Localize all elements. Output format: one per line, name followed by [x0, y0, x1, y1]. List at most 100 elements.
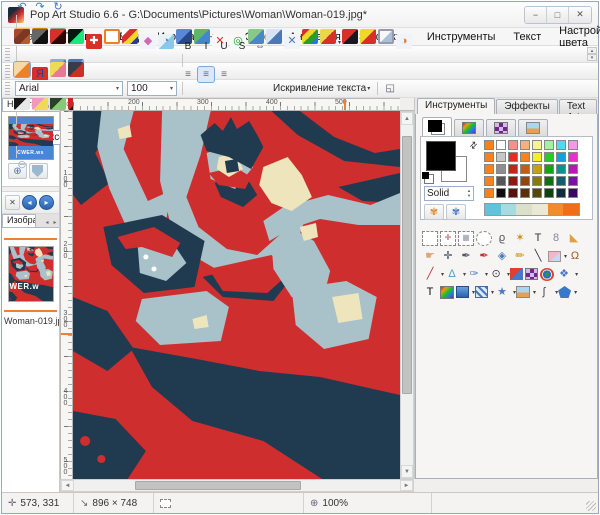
tab-tools[interactable]: Инструменты	[417, 98, 496, 114]
scroll-right-icon[interactable]: ►	[400, 480, 413, 491]
palette-swatch[interactable]	[556, 164, 566, 174]
preset-green-glow[interactable]	[68, 29, 84, 44]
text-tool[interactable]: T	[530, 231, 546, 246]
align-right-button[interactable]: ≡	[216, 67, 232, 82]
scroll-down-icon[interactable]: ▼	[401, 465, 413, 478]
pattern-tool[interactable]	[525, 268, 539, 280]
palette-swatch[interactable]	[568, 164, 578, 174]
scroll-left-icon[interactable]: ◄	[61, 480, 74, 491]
brush-tool[interactable]: ╱	[422, 267, 438, 282]
scroll-up-icon[interactable]: ▲	[401, 112, 413, 125]
solid-fill-tool[interactable]	[456, 286, 469, 298]
menu-инструменты[interactable]: Инструменты	[418, 29, 505, 45]
fill-gradient-tab[interactable]	[454, 119, 484, 136]
palette-swatch[interactable]	[496, 164, 506, 174]
toolbar-overflow-up-button[interactable]: ▴	[587, 47, 597, 54]
toolbar-grip[interactable]	[5, 47, 10, 61]
preset-warhol[interactable]	[50, 62, 66, 77]
hatch-fill-tool[interactable]	[475, 286, 489, 298]
palette-swatch[interactable]	[544, 176, 554, 186]
palette-swatch[interactable]	[508, 140, 518, 150]
recent-color-swatch[interactable]	[563, 204, 580, 215]
preset-orange-frame[interactable]	[104, 29, 120, 44]
swap-colors-icon[interactable]: ⇄	[468, 139, 481, 152]
gradient-tool[interactable]	[440, 285, 454, 299]
palette-swatch[interactable]	[568, 188, 578, 198]
horizontal-scrollbar[interactable]: ◄ ►	[60, 479, 414, 492]
palette-swatch[interactable]	[508, 164, 518, 174]
underline-button[interactable]: U	[216, 39, 232, 54]
preset-sphere[interactable]: ◔	[158, 34, 174, 49]
preset-bricks[interactable]	[14, 29, 30, 44]
palette-swatch[interactable]	[520, 152, 530, 162]
remove-image-button[interactable]: ✕	[5, 195, 20, 210]
palette-swatch[interactable]	[484, 152, 494, 162]
palette-swatch[interactable]	[556, 176, 566, 186]
ellipse-selection-tool[interactable]	[476, 230, 492, 246]
resize-grip[interactable]	[586, 501, 596, 511]
align-center-button[interactable]: ≡	[197, 66, 215, 83]
eyedropper-tool[interactable]: ✒	[458, 249, 474, 264]
palette-swatch[interactable]	[532, 176, 542, 186]
palette-swatch[interactable]	[484, 176, 494, 186]
palette-swatch[interactable]	[508, 176, 518, 186]
color-picker-tool[interactable]: ✒	[476, 249, 492, 264]
palette-swatch[interactable]	[556, 188, 566, 198]
preset-dot-grid[interactable]	[320, 29, 336, 44]
align-left-button[interactable]: ≡	[180, 67, 196, 82]
strikethrough-button[interactable]: S	[234, 39, 250, 54]
palette-swatch[interactable]	[520, 140, 530, 150]
palette-swatch[interactable]	[484, 140, 494, 150]
fill-mode-combobox[interactable]: Solid ▲ ▼	[424, 186, 474, 201]
toolbar-overflow-down-button[interactable]: ▾	[587, 54, 597, 61]
palette-swatch[interactable]	[544, 188, 554, 198]
fill-pattern-tab[interactable]	[486, 119, 516, 136]
palette-swatch[interactable]	[508, 188, 518, 198]
palette-swatch[interactable]	[568, 140, 578, 150]
toolbar-grip[interactable]	[5, 82, 10, 95]
menu-текст[interactable]: Текст	[504, 29, 550, 45]
preset-popface-1[interactable]	[342, 29, 359, 44]
text-art-tool[interactable]: T	[422, 285, 438, 300]
preset-diamond[interactable]: ◆	[140, 34, 156, 49]
palette-swatch[interactable]	[544, 164, 554, 174]
scrollbar-thumb[interactable]	[135, 481, 301, 490]
scrollbar-thumb[interactable]	[402, 136, 412, 394]
zoom-out-button[interactable]: ⊖	[14, 158, 30, 173]
palette-swatch[interactable]	[496, 188, 506, 198]
palette-swatch[interactable]	[496, 176, 506, 186]
recent-color-swatch[interactable]	[500, 204, 517, 215]
preset-popface-3[interactable]	[68, 62, 84, 77]
pan-tool[interactable]: ☛	[422, 249, 438, 264]
shape-corner-tool[interactable]	[510, 268, 524, 280]
magic-wand-tool[interactable]: ✶	[512, 231, 528, 246]
palette-swatch[interactable]	[496, 152, 506, 162]
bold-button[interactable]: B	[180, 39, 196, 54]
undo-button[interactable]: ↶	[14, 0, 30, 15]
star-tool[interactable]: ★	[494, 285, 510, 300]
redo-button[interactable]: ↷	[32, 0, 48, 15]
palette-swatch[interactable]	[532, 188, 542, 198]
fixed-selection-tool[interactable]: ▦	[458, 230, 474, 246]
kerning-button[interactable]: ⇔	[252, 39, 268, 54]
preset-frame-2[interactable]	[13, 61, 31, 78]
font-family-combobox[interactable]: Arial ▾	[15, 81, 123, 96]
move-tool[interactable]: ✛	[440, 249, 456, 264]
fill-solid-tab[interactable]	[422, 117, 452, 136]
palette-swatch[interactable]	[544, 152, 554, 162]
line-tool[interactable]: ╲	[530, 249, 546, 264]
recent-color-swatch[interactable]	[516, 204, 533, 215]
recent-color-swatch[interactable]	[547, 204, 564, 215]
preset-color-wheel[interactable]: ◑	[396, 34, 413, 49]
preset-popface-2[interactable]	[360, 29, 377, 44]
text-warp-combobox[interactable]: Искривление текста ▾	[269, 81, 374, 96]
recent-color-swatch[interactable]	[485, 204, 501, 215]
palette-swatch[interactable]	[556, 140, 566, 150]
palette-swatch[interactable]	[484, 188, 494, 198]
palette-swatch[interactable]	[520, 164, 530, 174]
shapes-tool[interactable]: ❖	[556, 267, 572, 282]
fit-image-button[interactable]: ◱	[382, 81, 398, 96]
clone-stamp-tool[interactable]: Ω	[567, 249, 583, 264]
tab-effects[interactable]: Эффекты	[496, 99, 558, 114]
palette-swatch[interactable]	[544, 140, 554, 150]
